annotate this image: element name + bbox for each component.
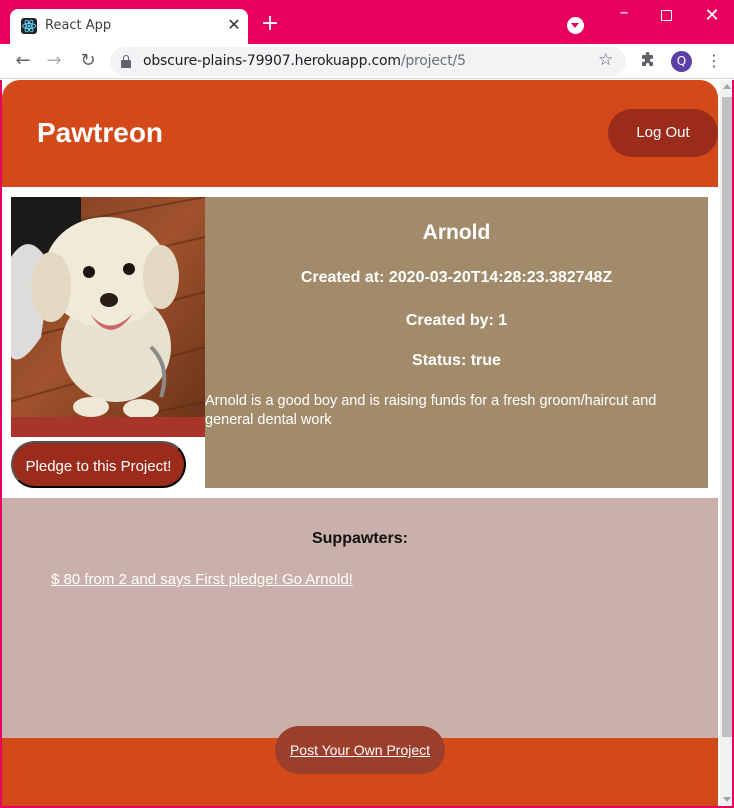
photo-caption-strip: [11, 417, 205, 437]
supporters-section: Suppawters: $ 80 from 2 and says First p…: [2, 498, 718, 738]
star-icon[interactable]: ☆: [598, 50, 613, 70]
project-info-panel: Arnold Created at: 2020-03-20T14:28:23.3…: [205, 197, 708, 488]
project-name: Arnold: [422, 221, 491, 244]
logout-button[interactable]: Log Out: [608, 109, 718, 157]
url-path: /project/5: [400, 53, 466, 69]
puzzle-icon[interactable]: [640, 51, 656, 72]
arrow-right-icon[interactable]: →: [41, 48, 67, 74]
new-tab-button[interactable]: +: [258, 12, 282, 36]
profile-avatar[interactable]: Q: [671, 51, 692, 72]
arrow-left-icon[interactable]: ←: [10, 48, 36, 74]
project-created-at: Created at: 2020-03-20T14:28:23.382748Z: [300, 269, 613, 286]
supporter-pledge-link[interactable]: $ 80 from 2 and says First pledge! Go Ar…: [51, 571, 353, 588]
browser-toolbar: ← → ↻ obscure-plains-79907.herokuapp.com…: [0, 44, 734, 79]
kebab-menu-icon[interactable]: ⋮: [706, 50, 722, 72]
address-bar[interactable]: obscure-plains-79907.herokuapp.com/proje…: [110, 47, 626, 76]
project-photo: [11, 197, 205, 417]
project-status: Status: true: [412, 352, 501, 369]
pledge-button[interactable]: Pledge to this Project!: [11, 441, 186, 488]
tab-title: React App: [45, 18, 112, 33]
react-logo-icon: [21, 18, 37, 34]
close-tab-icon[interactable]: ✕: [225, 16, 243, 34]
url-host: obscure-plains-79907.herokuapp.com: [143, 53, 401, 69]
reload-icon[interactable]: ↻: [75, 48, 101, 74]
page-viewport: Pawtreon Log Out Pledge to this Project!…: [0, 80, 734, 808]
maximize-icon[interactable]: [653, 6, 679, 26]
lock-icon[interactable]: [121, 55, 131, 68]
project-created-by: Created by: 1: [405, 312, 508, 329]
scroll-down-icon[interactable]: [723, 797, 731, 802]
supporters-title: Suppawters:: [311, 530, 408, 547]
page-scrollbar[interactable]: [720, 80, 732, 806]
brand-title[interactable]: Pawtreon: [37, 117, 163, 149]
scroll-up-icon[interactable]: [723, 84, 731, 89]
url-text[interactable]: obscure-plains-79907.herokuapp.com/proje…: [143, 53, 466, 69]
browser-tab[interactable]: React App ✕: [10, 9, 248, 44]
post-project-button[interactable]: Post Your Own Project: [275, 726, 445, 774]
minimize-icon[interactable]: –: [611, 4, 637, 26]
tab-search-icon[interactable]: [567, 17, 584, 34]
browser-titlebar: React App ✕ + – ✕: [0, 0, 734, 44]
site-header: Pawtreon Log Out: [2, 80, 718, 187]
project-description: Arnold is a good boy and is raising fund…: [205, 393, 657, 428]
close-window-icon[interactable]: ✕: [699, 6, 725, 26]
scroll-thumb[interactable]: [722, 97, 732, 737]
project-card: Pledge to this Project! Arnold Created a…: [2, 187, 718, 498]
